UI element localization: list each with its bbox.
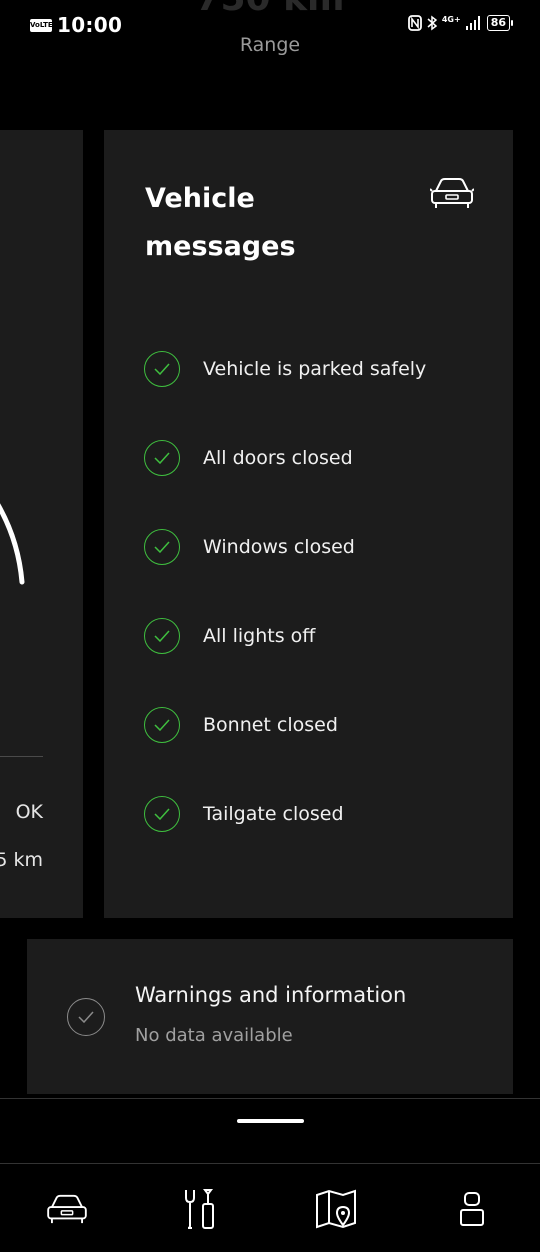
check-icon bbox=[144, 440, 180, 476]
car-icon bbox=[430, 178, 474, 208]
check-icon bbox=[144, 707, 180, 743]
check-icon bbox=[144, 529, 180, 565]
message-item: Windows closed bbox=[144, 527, 504, 567]
tools-icon bbox=[185, 1189, 214, 1229]
message-label: All doors closed bbox=[203, 447, 353, 469]
message-item: Bonnet closed bbox=[144, 705, 504, 745]
range-value: 750 km bbox=[0, 0, 540, 19]
map-icon bbox=[316, 1189, 356, 1229]
nav-profile-button[interactable] bbox=[448, 1185, 496, 1233]
gauge-arc bbox=[0, 503, 25, 585]
warnings-subtitle: No data available bbox=[135, 1025, 293, 1046]
drag-handle[interactable] bbox=[237, 1119, 304, 1123]
left-status: OK bbox=[15, 801, 43, 823]
check-icon bbox=[144, 796, 180, 832]
check-icon bbox=[144, 351, 180, 387]
volte-icon: VoLTE bbox=[30, 19, 53, 32]
nav-service-button[interactable] bbox=[176, 1185, 224, 1233]
divider bbox=[0, 1098, 540, 1099]
vehicle-messages-title: Vehicle messages bbox=[145, 183, 296, 262]
nav-map-button[interactable] bbox=[312, 1185, 360, 1233]
warnings-card[interactable]: Warnings and information No data availab… bbox=[27, 939, 513, 1094]
message-label: Bonnet closed bbox=[203, 714, 338, 736]
nav-divider bbox=[0, 1163, 540, 1164]
message-item: All lights off bbox=[144, 616, 504, 656]
left-divider bbox=[0, 756, 43, 757]
vehicle-messages-card[interactable]: Vehicle messages Vehicle is parked safel… bbox=[104, 130, 513, 918]
profile-icon bbox=[460, 1192, 484, 1226]
nav-car-button[interactable] bbox=[43, 1185, 91, 1233]
warnings-title: Warnings and information bbox=[135, 983, 407, 1007]
left-card[interactable]: OK 5 km bbox=[0, 130, 83, 918]
message-item: Vehicle is parked safely bbox=[144, 349, 504, 389]
car-icon bbox=[47, 1194, 87, 1224]
message-label: Windows closed bbox=[203, 536, 355, 558]
check-icon bbox=[67, 998, 105, 1036]
message-label: Tailgate closed bbox=[203, 803, 344, 825]
check-icon bbox=[144, 618, 180, 654]
range-label: Range bbox=[239, 34, 301, 56]
message-label: All lights off bbox=[203, 625, 316, 647]
message-item: Tailgate closed bbox=[144, 794, 504, 834]
message-item: All doors closed bbox=[144, 438, 504, 478]
left-distance: 5 km bbox=[0, 849, 43, 871]
message-label: Vehicle is parked safely bbox=[203, 358, 427, 380]
